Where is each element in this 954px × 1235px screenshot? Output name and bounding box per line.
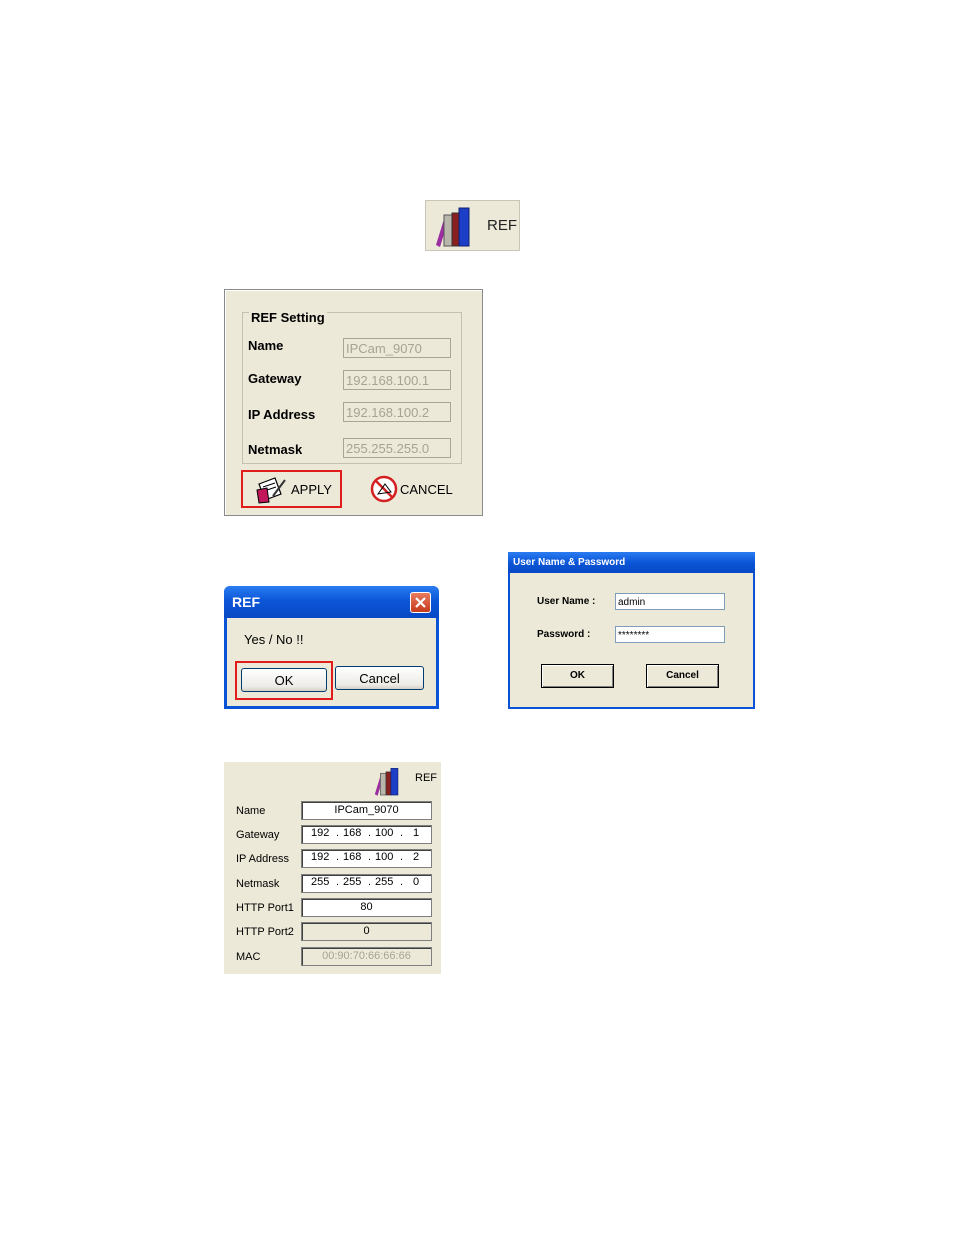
apply-icon (256, 477, 286, 504)
dot: . (368, 827, 372, 839)
gateway-octet-1[interactable]: 192 (311, 827, 329, 839)
http-port2-label: HTTP Port2 (236, 926, 294, 938)
password-label: Password : (537, 629, 591, 640)
netmask-field[interactable]: 255.255.255.0 (343, 438, 451, 458)
ip-octet-2[interactable]: 168 (343, 851, 361, 863)
ip-address-label: IP Address (248, 407, 316, 422)
gateway-label: Gateway (248, 371, 302, 386)
dot: . (336, 851, 340, 863)
netmask-input[interactable]: 255 . 255 . 255 . 0 (301, 874, 432, 893)
http-port2-input[interactable]: 0 (301, 922, 432, 941)
dialog-body: User Name : admin Password : ******** OK… (510, 573, 753, 707)
username-label: User Name : (537, 596, 596, 607)
gateway-field[interactable]: 192.168.100.1 (343, 370, 451, 390)
dot: . (368, 851, 372, 863)
ip-octet-3[interactable]: 100 (375, 851, 393, 863)
ref-label: REF (415, 772, 437, 784)
dot: . (400, 851, 404, 863)
dot: . (368, 876, 372, 888)
cancel-button[interactable]: CANCEL (365, 472, 461, 506)
apply-label: APPLY (291, 482, 332, 497)
close-button[interactable] (410, 592, 431, 613)
ok-button[interactable]: OK (241, 668, 327, 692)
gateway-octet-2[interactable]: 168 (343, 827, 361, 839)
ip-address-input[interactable]: 192 . 168 . 100 . 2 (301, 849, 432, 868)
ref-setting-title: REF Setting (249, 310, 327, 325)
http-port1-input[interactable]: 80 (301, 898, 432, 917)
dialog-title: REF (232, 594, 260, 610)
netmask-octet-1[interactable]: 255 (311, 876, 329, 888)
name-field[interactable]: IPCam_9070 (343, 338, 451, 358)
ip-octet-1[interactable]: 192 (311, 851, 329, 863)
ref-setting-panel: REF Setting Name IPCam_9070 Gateway 192.… (224, 289, 483, 516)
ref-toolbar-button[interactable]: REF (425, 200, 520, 251)
name-label: Name (236, 805, 266, 817)
login-dialog: User Name & Password User Name : admin P… (508, 552, 755, 709)
ok-button[interactable]: OK (541, 664, 614, 688)
name-label: Name (248, 338, 284, 353)
dot: . (400, 827, 404, 839)
username-input[interactable]: admin (615, 593, 725, 610)
mac-label: MAC (236, 951, 261, 963)
password-input[interactable]: ******** (615, 626, 725, 643)
netmask-octet-4[interactable]: 0 (413, 876, 419, 888)
dot: . (336, 876, 340, 888)
gateway-label: Gateway (236, 829, 280, 841)
ip-address-label: IP Address (236, 853, 289, 865)
network-settings-panel: REF Name IPCam_9070 Gateway 192 . 168 . … (224, 762, 441, 974)
dialog-title: User Name & Password (513, 557, 626, 568)
books-icon (374, 768, 399, 796)
dialog-message: Yes / No !! (244, 632, 304, 647)
netmask-label: Netmask (236, 878, 280, 890)
books-icon (436, 207, 470, 247)
gateway-octet-3[interactable]: 100 (375, 827, 393, 839)
dialog-body: Yes / No !! OK Cancel (227, 618, 436, 706)
cancel-icon (370, 475, 398, 503)
close-icon (415, 597, 426, 608)
cancel-button[interactable]: Cancel (335, 666, 424, 690)
dot: . (336, 827, 340, 839)
confirm-dialog: REF Yes / No !! OK Cancel (224, 586, 439, 709)
ip-octet-4[interactable]: 2 (413, 851, 419, 863)
cancel-label: CANCEL (400, 482, 453, 497)
cancel-button[interactable]: Cancel (646, 664, 719, 688)
gateway-input[interactable]: 192 . 168 . 100 . 1 (301, 825, 432, 844)
netmask-octet-3[interactable]: 255 (375, 876, 393, 888)
apply-button[interactable]: APPLY (241, 470, 342, 508)
netmask-label: Netmask (248, 442, 303, 457)
http-port1-label: HTTP Port1 (236, 902, 294, 914)
mac-field: 00:90:70:66:66:66 (301, 947, 432, 966)
netmask-octet-2[interactable]: 255 (343, 876, 361, 888)
ref-label: REF (487, 217, 517, 234)
dot: . (400, 876, 404, 888)
ip-address-field[interactable]: 192.168.100.2 (343, 402, 451, 422)
ok-highlight: OK (235, 661, 333, 700)
name-input[interactable]: IPCam_9070 (301, 801, 432, 820)
gateway-octet-4[interactable]: 1 (413, 827, 419, 839)
